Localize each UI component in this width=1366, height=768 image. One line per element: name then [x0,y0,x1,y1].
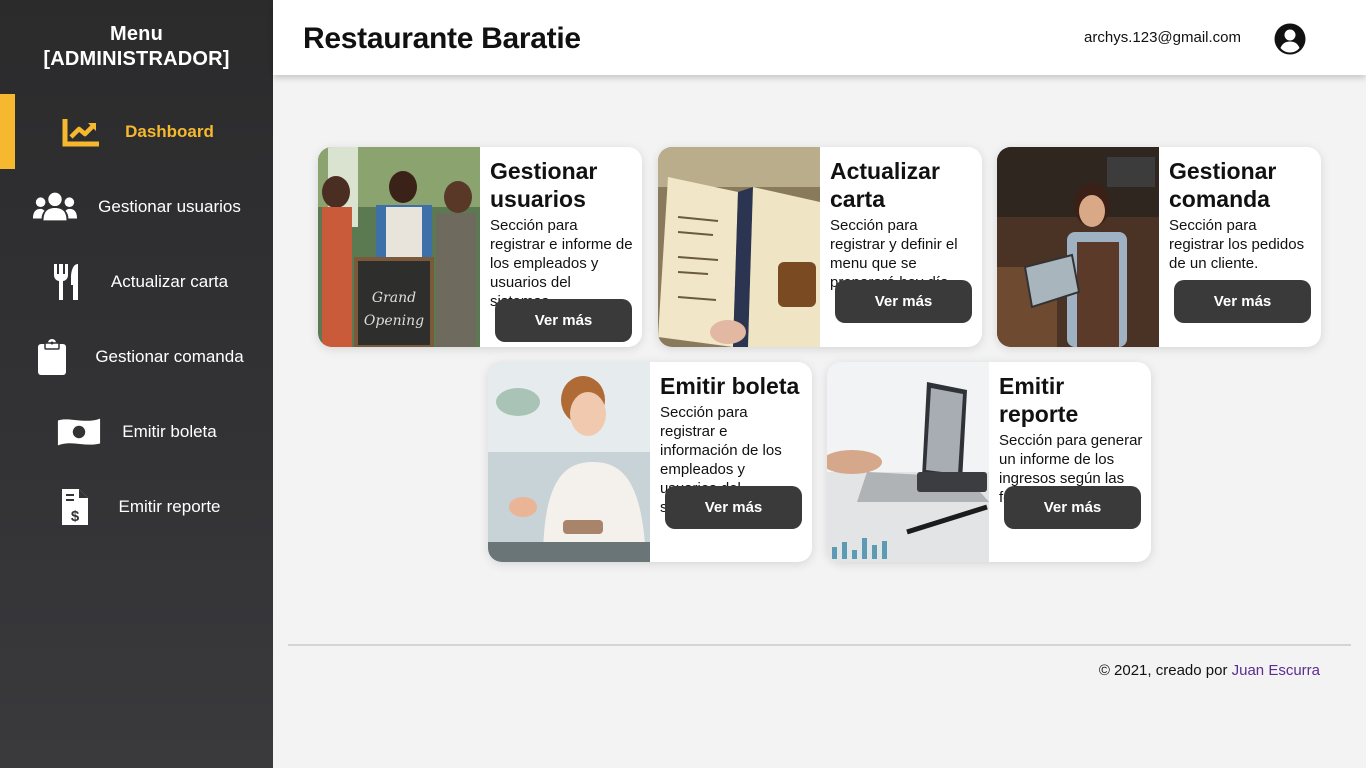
card-title: Emitir reporte [999,373,1079,427]
sidebar-item-dashboard[interactable]: Dashboard [0,94,273,169]
ver-mas-button[interactable]: Ver más [665,486,802,529]
card-image [658,147,820,347]
card-title: Actualizar carta [830,158,940,212]
page-title: Restaurante Baratie [303,22,581,55]
sidebar-title-line1: Menu [109,23,164,45]
card-image: Grand Opening [318,147,480,347]
card-emitir-reporte: Emitir reporte Sección para generar un i… [827,362,1151,562]
card-title: Emitir boleta [660,373,800,399]
card-title: Gestionar usuarios [490,158,598,212]
svg-text:$: $ [71,508,80,525]
money-bill-icon [56,412,102,452]
card-image [488,362,650,562]
card-description: Sección para registrar los pedidos de un… [1169,217,1305,272]
svg-text:Opening: Opening [364,313,424,329]
sidebar-item-gestionar-comanda[interactable]: Gestionar comanda [0,319,273,394]
card-body: Actualizar carta Sección para registrar … [830,157,975,292]
sidebar-item-gestionar-usuarios[interactable]: Gestionar usuarios [0,169,273,244]
sidebar-item-label: Dashboard [125,121,214,141]
sidebar-title-line2: [ADMINISTRADOR] [43,48,230,70]
author-link[interactable]: Juan Escurra [1232,662,1320,679]
card-emitir-boleta: Emitir boleta Sección para registrar e i… [488,362,812,562]
card-image [997,147,1159,347]
ver-mas-button[interactable]: Ver más [835,280,972,323]
sidebar-item-emitir-reporte[interactable]: $ Emitir reporte [0,469,273,544]
card-body: Gestionar usuarios Sección para registra… [490,157,635,311]
sidebar: Menu [ADMINISTRADOR] Dashboard Gestionar… [0,0,273,768]
sidebar-item-label: Emitir boleta [122,421,217,441]
sidebar-item-actualizar-carta[interactable]: Actualizar carta [0,244,273,319]
utensils-icon [45,262,91,302]
invoice-dollar-icon: $ [52,487,98,527]
ver-mas-button[interactable]: Ver más [495,299,632,342]
card-body: Gestionar comanda Sección para registrar… [1169,157,1314,273]
card-gestionar-comanda: Gestionar comanda Sección para registrar… [997,147,1321,347]
user-circle-icon[interactable] [1274,23,1306,55]
clipboard-icon [29,337,75,377]
footer-divider [288,644,1351,646]
sidebar-item-label: Emitir reporte [118,496,221,516]
card-actualizar-carta: Actualizar carta Sección para registrar … [658,147,982,347]
sidebar-title: Menu [ADMINISTRADOR] [0,22,273,72]
sidebar-item-label: Actualizar carta [110,271,229,291]
card-description: Sección para registrar e informe de los … [490,217,633,310]
users-icon [32,187,78,227]
sidebar-item-label: Gestionar usuarios [98,196,241,216]
ver-mas-button[interactable]: Ver más [1174,280,1311,323]
ver-mas-button[interactable]: Ver más [1004,486,1141,529]
card-gestionar-usuarios: Grand Opening Gestionar usuarios Sección… [318,147,642,347]
svg-text:Grand: Grand [372,290,416,306]
sidebar-item-label: Gestionar comanda [95,346,244,366]
card-image [827,362,989,562]
chart-line-icon [59,112,105,152]
footer-text: © 2021, creado por [1098,662,1228,679]
sidebar-nav: Dashboard Gestionar usuarios Actualizar … [0,94,273,544]
sidebar-item-emitir-boleta[interactable]: Emitir boleta [0,394,273,469]
footer: © 2021, creado por Juan Escurra [1099,662,1320,679]
user-email: archys.123@gmail.com [1084,29,1241,46]
topbar: Restaurante Baratie archys.123@gmail.com [273,0,1366,75]
card-title: Gestionar comanda [1169,158,1277,212]
